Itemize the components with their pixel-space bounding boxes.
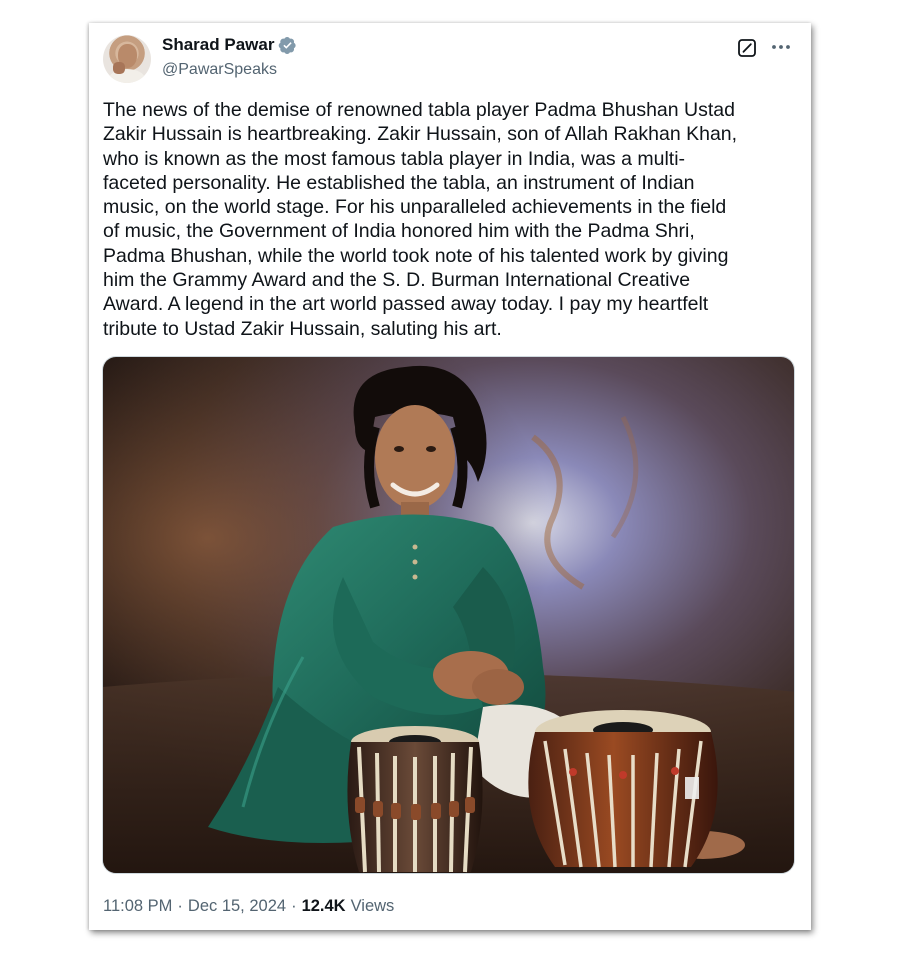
meta-separator: · [177,897,183,915]
tweet-card: Sharad Pawar @PawarSpeaks The news of th… [89,23,811,930]
author-name[interactable]: Sharad Pawar [162,35,297,55]
views-count: 12.4K [301,897,346,915]
author-name-text[interactable]: Sharad Pawar [162,35,274,55]
tweet-date[interactable]: Dec 15, 2024 [188,897,286,916]
avatar-hand [113,62,125,74]
tweet-photo[interactable] [102,356,795,874]
verified-badge-icon [278,36,297,55]
grok-icon[interactable] [737,38,757,58]
tweet-time[interactable]: 11:08 PM [103,897,172,916]
views-label: Views [350,897,395,915]
meta-separator-2: · [291,897,297,915]
tweet-meta: 11:08 PM · Dec 15, 2024 · 12.4K Views [103,897,394,916]
more-options-icon[interactable] [769,37,793,57]
avatar[interactable] [103,35,151,83]
tweet-text: The news of the demise of renowned tabla… [103,99,738,340]
author-handle[interactable]: @PawarSpeaks [162,61,277,79]
page: Sharad Pawar @PawarSpeaks The news of th… [0,0,900,955]
